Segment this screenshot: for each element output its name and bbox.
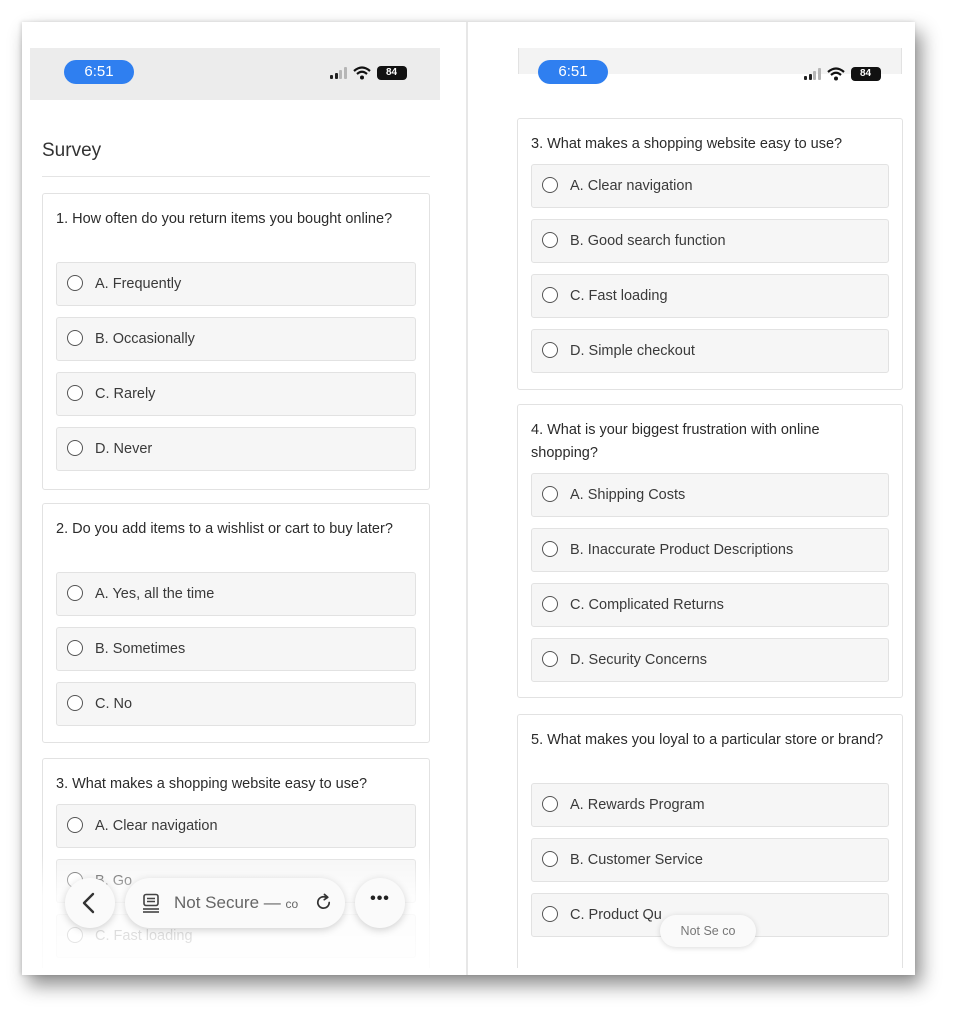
answer-option[interactable]: B. Inaccurate Product Descriptions [531, 528, 889, 572]
answer-option[interactable]: D. Simple checkout [531, 329, 889, 373]
option-label: B. Sometimes [95, 641, 186, 657]
page-menu-icon [143, 893, 159, 913]
address-bar[interactable]: Not Secure — co [125, 878, 345, 928]
panel-divider [466, 22, 468, 975]
divider [42, 176, 430, 177]
chevron-left-icon [82, 892, 95, 914]
cellular-signal-icon [804, 68, 821, 80]
option-label: A. Clear navigation [570, 178, 693, 194]
radio-button[interactable] [542, 796, 558, 812]
address-text: Not Secure — co [174, 893, 298, 913]
reload-icon[interactable] [314, 893, 333, 912]
cellular-signal-icon [330, 67, 347, 79]
collapsed-address-bar[interactable]: Not Se co [660, 915, 756, 947]
status-icons: 84 [804, 65, 881, 83]
radio-button[interactable] [67, 695, 83, 711]
option-label: C. No [95, 696, 133, 712]
more-button[interactable]: ••• [355, 878, 405, 928]
radio-button[interactable] [67, 385, 83, 401]
answer-option[interactable]: A. Clear navigation [56, 804, 416, 848]
option-label: A. Frequently [95, 276, 182, 292]
answer-option[interactable]: B. Occasionally [56, 317, 416, 361]
battery-icon: 84 [376, 66, 407, 80]
option-label: D. Simple checkout [570, 343, 695, 359]
question-text: 3. What makes a shopping website easy to… [531, 136, 843, 152]
option-label: B. Occasionally [95, 331, 195, 347]
option-label: B. Customer Service [570, 852, 703, 868]
answer-option[interactable]: A. Yes, all the time [56, 572, 416, 616]
radio-button[interactable] [542, 177, 558, 193]
radio-button[interactable] [542, 287, 558, 303]
option-label: C. Complicated Returns [570, 597, 724, 613]
address-text-tail: co [285, 897, 299, 911]
radio-button[interactable] [67, 330, 83, 346]
right-phone-screen: 6:51 84 3. What makes a shopping website… [474, 48, 912, 968]
question-text: 1. How often do you return items you bou… [56, 211, 393, 227]
radio-button[interactable] [67, 275, 83, 291]
option-label: D. Security Concerns [570, 652, 707, 668]
left-phone-screen: 6:51 84 Survey 1. How often do you retur… [30, 48, 440, 968]
question-text: 2. Do you add items to a wishlist or car… [56, 521, 393, 537]
option-label: C. Fast loading [570, 288, 668, 304]
question-text: 5. What makes you loyal to a particular … [531, 732, 884, 748]
option-label: A. Rewards Program [570, 797, 705, 813]
radio-button[interactable] [67, 817, 83, 833]
question-card: 4. What is your biggest frustration with… [517, 404, 903, 698]
radio-button[interactable] [542, 486, 558, 502]
wifi-icon [826, 67, 845, 81]
radio-button[interactable] [542, 541, 558, 557]
battery-icon: 84 [850, 67, 881, 81]
status-time[interactable]: 6:51 [64, 60, 134, 84]
answer-option[interactable]: B. Sometimes [56, 627, 416, 671]
page-title: Survey [42, 140, 102, 161]
screenshot-frame: 6:51 84 Survey 1. How often do you retur… [22, 22, 915, 975]
option-label: A. Shipping Costs [570, 487, 686, 503]
option-label: D. Never [95, 441, 153, 457]
question-text: 3. What makes a shopping website easy to… [56, 776, 368, 792]
radio-button[interactable] [542, 851, 558, 867]
answer-option[interactable]: D. Security Concerns [531, 638, 889, 682]
answer-option[interactable]: A. Clear navigation [531, 164, 889, 208]
answer-option[interactable]: B. Good search function [531, 219, 889, 263]
option-label: B. Good search function [570, 233, 726, 249]
option-label: C. Rarely [95, 386, 156, 402]
answer-option[interactable]: C. Fast loading [531, 274, 889, 318]
question-text: 4. What is your biggest frustration with… [531, 422, 820, 461]
radio-button[interactable] [542, 906, 558, 922]
status-bar: 6:51 84 [30, 48, 440, 100]
status-time[interactable]: 6:51 [538, 60, 608, 84]
radio-button[interactable] [67, 585, 83, 601]
radio-button[interactable] [542, 232, 558, 248]
answer-option[interactable]: C. Rarely [56, 372, 416, 416]
option-label: A. Yes, all the time [95, 586, 215, 602]
answer-option[interactable]: A. Rewards Program [531, 783, 889, 827]
question-card: 1. How often do you return items you bou… [42, 193, 430, 490]
radio-button[interactable] [67, 440, 83, 456]
answer-option[interactable]: A. Shipping Costs [531, 473, 889, 517]
wifi-icon [352, 66, 371, 80]
address-text-main: Not Secure — [174, 893, 286, 912]
option-label: C. Product Qu [570, 907, 662, 923]
radio-button[interactable] [542, 596, 558, 612]
radio-button[interactable] [542, 651, 558, 667]
status-icons: 84 [330, 64, 407, 82]
answer-option[interactable]: C. Complicated Returns [531, 583, 889, 627]
ellipsis-icon: ••• [370, 890, 390, 907]
back-button[interactable] [65, 878, 115, 928]
radio-button[interactable] [67, 640, 83, 656]
answer-option[interactable]: C. No [56, 682, 416, 726]
answer-option[interactable]: D. Never [56, 427, 416, 471]
answer-option[interactable]: A. Frequently [56, 262, 416, 306]
option-label: B. Inaccurate Product Descriptions [570, 542, 794, 558]
question-card: 2. Do you add items to a wishlist or car… [42, 503, 430, 743]
radio-button[interactable] [542, 342, 558, 358]
option-label: A. Clear navigation [95, 818, 218, 834]
question-card: 3. What makes a shopping website easy to… [517, 118, 903, 390]
answer-option[interactable]: B. Customer Service [531, 838, 889, 882]
